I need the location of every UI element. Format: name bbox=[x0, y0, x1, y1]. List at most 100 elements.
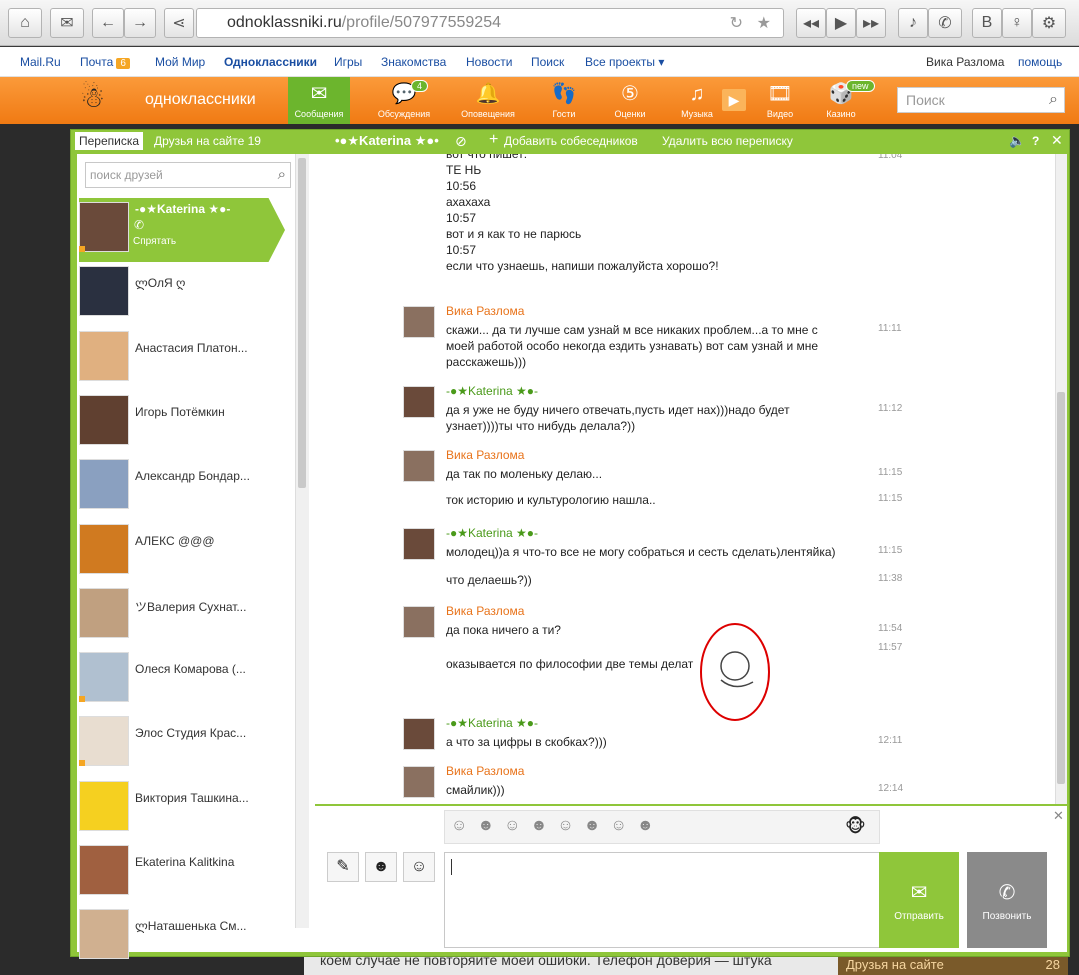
next-track-icon[interactable]: ▸▸ bbox=[856, 8, 886, 38]
add-icon[interactable]: + bbox=[489, 131, 498, 149]
nav-casino[interactable]: 🎲 new Казино bbox=[810, 77, 875, 124]
avatar[interactable] bbox=[403, 306, 435, 338]
friend-item[interactable]: Анастасия Платон... bbox=[79, 327, 309, 391]
star-icon[interactable]: ★ bbox=[757, 13, 771, 33]
avatar bbox=[79, 394, 129, 445]
avatar bbox=[79, 202, 129, 252]
monkey-icon[interactable]: 🐵 bbox=[845, 816, 866, 837]
avatar[interactable] bbox=[403, 450, 435, 482]
prev-track-icon[interactable]: ◂◂ bbox=[796, 8, 826, 38]
home-icon[interactable]: ⌂ bbox=[8, 8, 42, 38]
nav-all-projects[interactable]: Все проекты ▾ bbox=[585, 55, 664, 69]
close-compose-icon[interactable]: ✕ bbox=[1053, 808, 1064, 824]
play-icon[interactable]: ▶ bbox=[826, 8, 856, 38]
nav-dating[interactable]: Знакомства bbox=[381, 55, 446, 69]
reload-icon[interactable]: ↻ bbox=[730, 13, 743, 33]
smiley-faces-icon[interactable]: ☺☻☺☻☺☻☺☻ bbox=[451, 817, 664, 834]
nav-video[interactable]: 🎞 Видео bbox=[749, 77, 811, 124]
message-time: 11:54 bbox=[878, 623, 903, 634]
search-icon[interactable]: ⌕ bbox=[278, 163, 286, 187]
friend-item[interactable]: Элос Студия Крас... bbox=[79, 712, 309, 776]
friend-item[interactable]: Ekaterina Kalitkina bbox=[79, 841, 309, 905]
message-author[interactable]: -●★Katerina ★●- bbox=[446, 716, 538, 730]
friend-search-input[interactable]: поиск друзей ⌕ bbox=[85, 162, 291, 188]
tab-conversations[interactable]: Переписка bbox=[75, 132, 144, 150]
nav-discussions[interactable]: 💬 4 Обсуждения bbox=[373, 77, 435, 124]
nav-notifications-label: Оповещения bbox=[461, 109, 515, 119]
site-search-input[interactable]: Поиск ⌕ bbox=[897, 87, 1065, 113]
nav-odnoklassniki[interactable]: Одноклассники bbox=[224, 55, 317, 69]
envelope-icon: ✉ bbox=[310, 83, 328, 105]
nav-video-label: Видео bbox=[766, 109, 794, 119]
message-author[interactable]: Вика Разлома bbox=[446, 448, 524, 462]
chat-icon[interactable]: ✆ bbox=[928, 8, 962, 38]
friend-item[interactable]: Игорь Потёмкин bbox=[79, 391, 309, 455]
friend-item[interactable]: ლОлЯ ღ bbox=[79, 262, 309, 326]
friend-item[interactable]: Виктория Ташкина... bbox=[79, 777, 309, 841]
nav-news[interactable]: Новости bbox=[466, 55, 512, 69]
message-author[interactable]: Вика Разлома bbox=[446, 764, 524, 778]
friend-item[interactable]: -●★Katerina ★●- ✆ Спрятать bbox=[79, 198, 285, 262]
music-play-icon[interactable]: ▶ bbox=[722, 89, 746, 111]
vk-icon[interactable]: B bbox=[972, 8, 1002, 38]
nav-music[interactable]: ♫ Музыка bbox=[666, 77, 728, 124]
sticker-icon[interactable]: ☻ bbox=[365, 852, 397, 882]
friend-name: ლОлЯ ღ bbox=[135, 276, 186, 291]
address-bar[interactable]: odnoklassniki.ru/profile/507977559254 ↻ … bbox=[196, 8, 784, 38]
friends-scrollbar-thumb[interactable] bbox=[298, 158, 306, 488]
avatar[interactable] bbox=[403, 386, 435, 418]
hide-link[interactable]: Спрятать bbox=[133, 236, 176, 247]
sound-icon[interactable]: 🔈 bbox=[1009, 133, 1025, 149]
friend-item[interactable]: Александр Бондар... bbox=[79, 455, 309, 519]
search-icon[interactable]: ⌕ bbox=[1049, 88, 1058, 112]
tab-friends-online[interactable]: Друзья на сайте 19 bbox=[154, 134, 261, 148]
site-logo[interactable]: одноклассники bbox=[145, 91, 256, 109]
close-icon[interactable]: ✕ bbox=[1051, 132, 1063, 149]
pencil-icon[interactable]: ✎ bbox=[327, 852, 359, 882]
message-author[interactable]: Вика Разлома bbox=[446, 304, 524, 318]
ok-icon[interactable]: ♀ bbox=[1002, 8, 1032, 38]
nav-mailru[interactable]: Mail.Ru bbox=[20, 55, 61, 69]
avatar[interactable] bbox=[403, 606, 435, 638]
message-time: 11:15 bbox=[878, 545, 903, 556]
nav-guests[interactable]: 👣 Гости bbox=[533, 77, 595, 124]
nav-mail[interactable]: Почта 6 bbox=[80, 55, 130, 69]
help-link[interactable]: помощь bbox=[1018, 55, 1062, 69]
message-input[interactable] bbox=[444, 852, 880, 948]
send-button[interactable]: ✉ Отправить bbox=[879, 852, 959, 948]
phone-icon[interactable]: ✆ bbox=[134, 218, 144, 232]
nav-messages[interactable]: ✉ Сообщения bbox=[288, 77, 350, 124]
forward-button[interactable]: → bbox=[124, 8, 156, 38]
help-icon[interactable]: ? bbox=[1032, 134, 1039, 148]
avatar[interactable] bbox=[403, 766, 435, 798]
current-user[interactable]: Вика Разлома bbox=[926, 55, 1004, 69]
friend-item[interactable]: АЛЕКС @@@ bbox=[79, 520, 309, 584]
back-button[interactable]: ← bbox=[92, 8, 124, 38]
friend-item[interactable]: ツВалерия Сухнат... bbox=[79, 584, 309, 648]
block-icon[interactable]: ⊘ bbox=[455, 133, 467, 150]
nav-ratings[interactable]: ⑤ Оценки bbox=[599, 77, 661, 124]
delete-all-link[interactable]: Удалить всю переписку bbox=[662, 134, 793, 148]
add-participants-link[interactable]: Добавить собеседников bbox=[504, 134, 638, 148]
smiley-icon[interactable]: ☺ bbox=[403, 852, 435, 882]
music-icon[interactable]: ♪ bbox=[898, 8, 928, 38]
share-icon[interactable]: ⋖ bbox=[164, 8, 194, 38]
nav-search[interactable]: Поиск bbox=[531, 55, 564, 69]
messages-scrollbar-thumb[interactable] bbox=[1057, 392, 1065, 784]
message-text: вот что пишет: ТЕ НЬ 10:56 ахахаха 10:57… bbox=[446, 154, 719, 273]
friend-item[interactable]: Олеся Комарова (... bbox=[79, 648, 309, 712]
nav-games[interactable]: Игры bbox=[334, 55, 362, 69]
message-author[interactable]: Вика Разлома bbox=[446, 604, 524, 618]
avatar[interactable] bbox=[403, 718, 435, 750]
message-author[interactable]: -●★Katerina ★●- bbox=[446, 526, 538, 540]
message-author[interactable]: -●★Katerina ★●- bbox=[446, 384, 538, 398]
call-label: Позвонить bbox=[982, 911, 1032, 922]
nav-notifications[interactable]: 🔔 Оповещения bbox=[457, 77, 519, 124]
friends-online-widget[interactable]: Друзья на сайте 28 bbox=[838, 955, 1068, 975]
nav-moimir[interactable]: Мой Мир bbox=[155, 55, 205, 69]
friend-item[interactable]: ლНаташенька См... bbox=[79, 905, 309, 969]
call-button[interactable]: ✆ Позвонить bbox=[967, 852, 1047, 948]
mail-icon[interactable]: ✉ bbox=[50, 8, 84, 38]
avatar[interactable] bbox=[403, 528, 435, 560]
extension-icon[interactable]: ⚙ bbox=[1032, 8, 1066, 38]
